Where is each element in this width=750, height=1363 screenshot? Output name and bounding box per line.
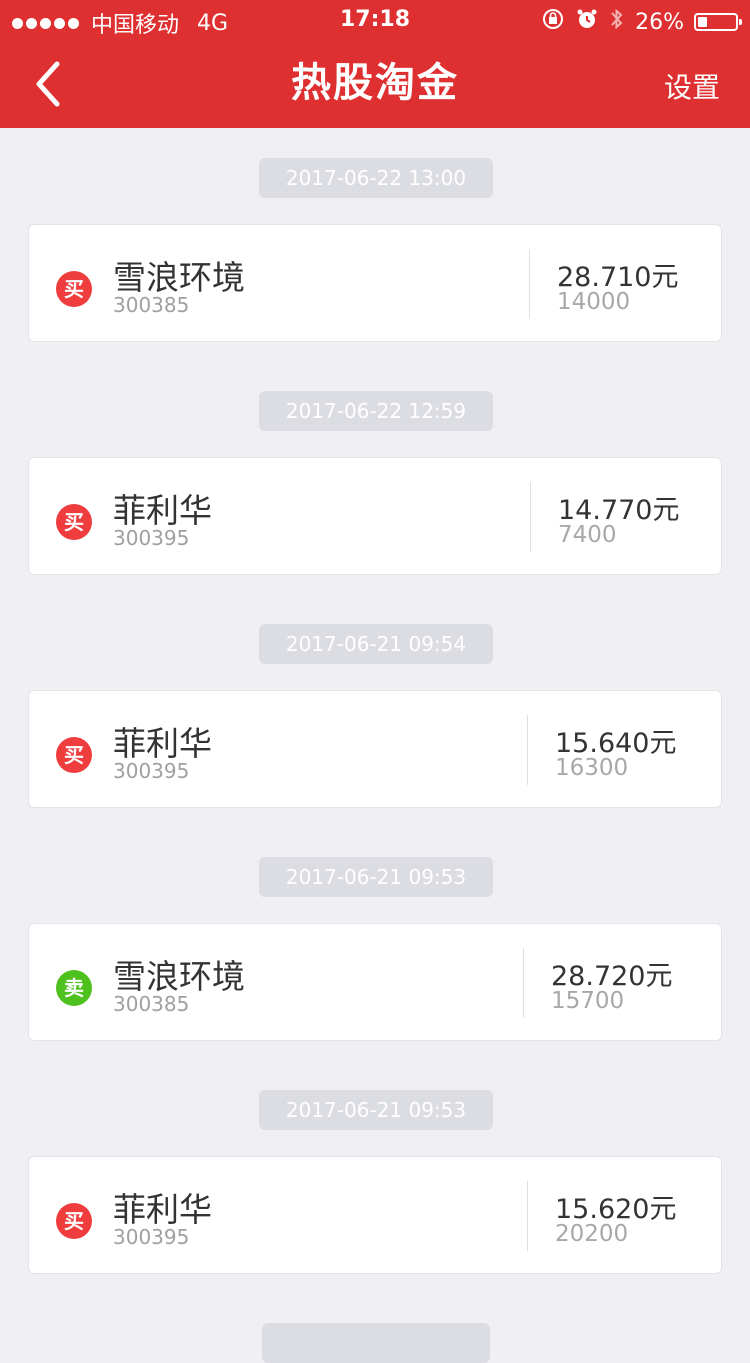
trade-card[interactable]: 买 菲利华 300395 15.640元 16300 bbox=[28, 690, 722, 808]
buy-badge: 买 bbox=[56, 737, 92, 773]
battery-percent: 26% bbox=[635, 9, 684, 35]
rotation-lock-icon bbox=[541, 7, 565, 37]
trade-volume: 16300 bbox=[555, 755, 629, 781]
battery-icon bbox=[694, 13, 742, 31]
divider bbox=[527, 715, 528, 785]
stock-code: 300385 bbox=[113, 992, 190, 1016]
buy-badge: 买 bbox=[56, 1203, 92, 1239]
divider bbox=[523, 948, 524, 1018]
stock-code: 300395 bbox=[113, 759, 190, 783]
stock-name: 雪浪环境 bbox=[113, 957, 245, 996]
trade-volume: 20200 bbox=[555, 1221, 629, 1247]
buy-badge: 买 bbox=[56, 504, 92, 540]
date-label: 2017-06-22 13:00 bbox=[259, 158, 493, 198]
trade-volume: 15700 bbox=[551, 988, 625, 1014]
trade-card[interactable]: 卖 雪浪环境 300385 28.720元 15700 bbox=[28, 923, 722, 1041]
trade-volume: 14000 bbox=[557, 289, 631, 315]
stock-code: 300395 bbox=[113, 526, 190, 550]
divider bbox=[530, 482, 531, 552]
date-label: 2017-06-21 09:53 bbox=[259, 857, 493, 897]
bluetooth-icon bbox=[609, 6, 625, 38]
navigation-bar: 热股淘金 设置 bbox=[0, 40, 750, 128]
divider bbox=[529, 249, 530, 319]
stock-name: 菲利华 bbox=[113, 1190, 212, 1229]
stock-code: 300395 bbox=[113, 1225, 190, 1249]
date-label-partial bbox=[262, 1323, 490, 1363]
alarm-icon bbox=[575, 7, 599, 37]
stock-name: 菲利华 bbox=[113, 724, 212, 763]
trade-card[interactable]: 买 雪浪环境 300385 28.710元 14000 bbox=[28, 224, 722, 342]
sell-badge: 卖 bbox=[56, 970, 92, 1006]
status-bar: 中国移动 4G 17:18 26% bbox=[0, 0, 750, 40]
stock-name: 菲利华 bbox=[113, 491, 212, 530]
trade-card[interactable]: 买 菲利华 300395 15.620元 20200 bbox=[28, 1156, 722, 1274]
buy-badge: 买 bbox=[56, 271, 92, 307]
stock-code: 300385 bbox=[113, 293, 190, 317]
settings-button[interactable]: 设置 bbox=[664, 66, 720, 106]
page-title: 热股淘金 bbox=[291, 60, 459, 106]
stock-name: 雪浪环境 bbox=[113, 258, 245, 297]
trade-card[interactable]: 买 菲利华 300395 14.770元 7400 bbox=[28, 457, 722, 575]
date-label: 2017-06-22 12:59 bbox=[259, 391, 493, 431]
date-label: 2017-06-21 09:53 bbox=[259, 1090, 493, 1130]
divider bbox=[527, 1181, 528, 1251]
date-label: 2017-06-21 09:54 bbox=[259, 624, 493, 664]
trade-volume: 7400 bbox=[558, 522, 617, 548]
